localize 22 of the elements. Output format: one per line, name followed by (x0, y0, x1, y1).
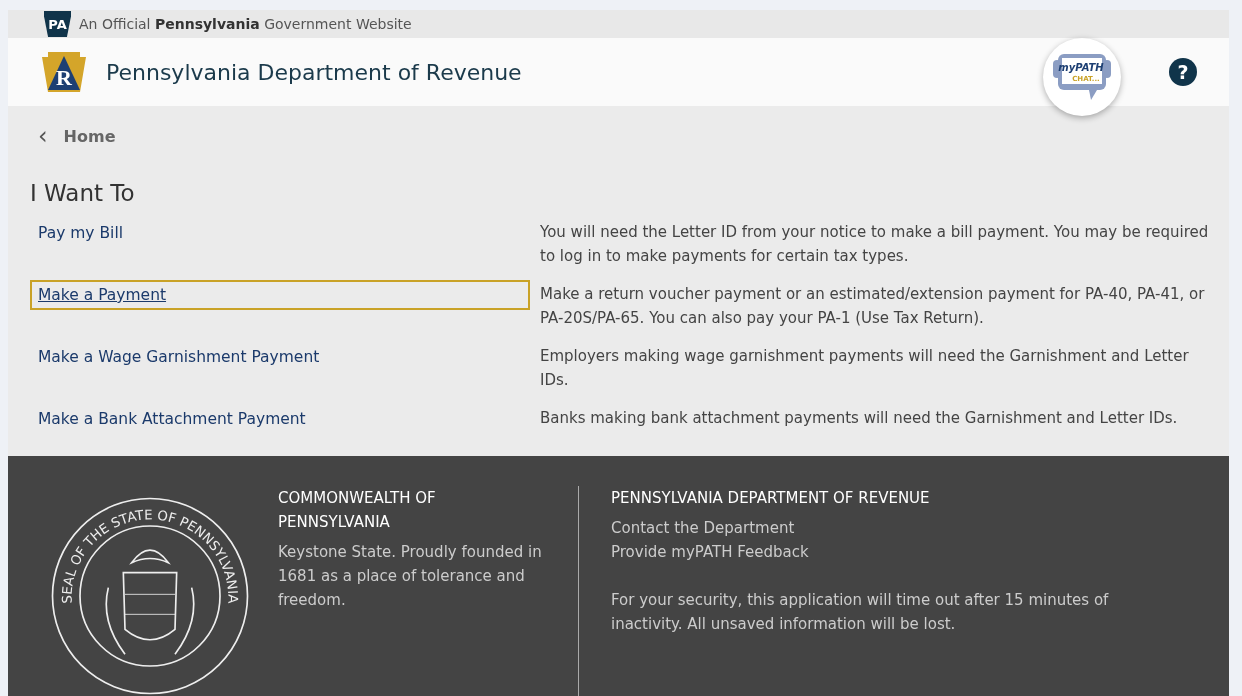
page-heading: I Want To (30, 180, 136, 206)
option-description: Make a return voucher payment or an estimated/extension payment for PA-40, PA-41, or PA-20S/PA-65. You can also pay your PA-1 (Use Tax Return). (540, 284, 1206, 329)
option-link[interactable]: Make a Payment (30, 280, 530, 310)
option-link[interactable]: Make a Bank Attachment Payment (30, 404, 530, 434)
revenue-keystone-logo: R (42, 52, 86, 92)
footer-heading: PENNSYLVANIA DEPARTMENT OF REVENUE (611, 488, 931, 509)
home-breadcrumb-link[interactable]: Home (63, 126, 116, 146)
option-link[interactable]: Make a Wage Garnishment Payment (30, 342, 530, 372)
footer-link[interactable]: Provide myPATH Feedback (611, 540, 1131, 564)
option-description: Employers making wage garnishment payments will need the Garnishment and Letter IDs. (540, 346, 1190, 391)
official-website-text: An Official Pennsylvania Government Website (79, 16, 412, 32)
timeout-notice: For your security, this application will time out after 15 minutes of inactivity. All unsaved information will be lost. (611, 590, 1110, 635)
option-description: Banks making bank attachment payments will need the Garnishment and Letter IDs. (540, 408, 1179, 429)
footer-heading: COMMONWEALTH OF PENNSYLVANIA (278, 488, 437, 533)
back-chevron-icon[interactable]: ‹ (38, 124, 48, 148)
help-button[interactable]: ? (1169, 58, 1197, 86)
option-description: You will need the Letter ID from your notice to make a bill payment. You may be required to log in to make payments for certain tax types. (540, 222, 1209, 267)
option-link[interactable]: Pay my Bill (30, 218, 530, 248)
site-title: Pennsylvania Department of Revenue (106, 59, 523, 85)
footer-link[interactable]: Contact the Department (611, 516, 1131, 540)
pa-keystone-badge: PA (44, 11, 71, 37)
footer-text: Keystone State. Proudly founded in 1681 as a place of tolerance and freedom. (278, 542, 543, 611)
